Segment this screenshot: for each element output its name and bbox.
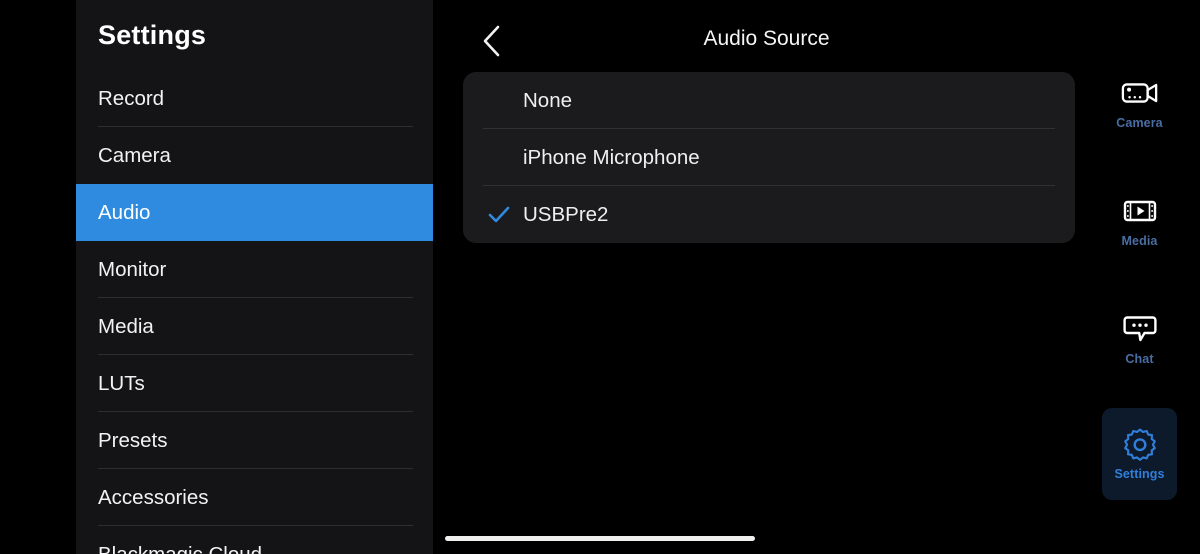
option-divider: [483, 242, 1055, 243]
sidebar-item-media[interactable]: Media: [76, 298, 433, 355]
sidebar-item-label: Audio: [98, 200, 151, 224]
sidebar-item-label: Monitor: [98, 257, 167, 281]
sidebar-item-label: Accessories: [98, 485, 209, 509]
gear-icon: [1121, 427, 1159, 461]
option-row-iphone-microphone[interactable]: iPhone Microphone: [463, 129, 1075, 186]
sidebar-item-presets[interactable]: Presets: [76, 412, 433, 469]
rail-item-media[interactable]: Media: [1102, 175, 1177, 267]
app-root: Settings Record Camera Audio Monitor Med…: [0, 0, 1200, 554]
checkmark-slot: [488, 147, 510, 169]
sidebar-title: Settings: [98, 20, 207, 50]
sidebar-item-blackmagic-cloud[interactable]: Blackmagic Cloud: [76, 526, 433, 554]
sidebar-item-label: Presets: [98, 428, 168, 452]
rail-item-settings[interactable]: Settings: [1102, 408, 1177, 500]
checkmark-icon: [488, 204, 510, 226]
sidebar-item-label: Media: [98, 314, 154, 338]
sidebar-item-luts[interactable]: LUTs: [76, 355, 433, 412]
option-row-none[interactable]: None: [463, 72, 1075, 129]
sidebar-item-camera[interactable]: Camera: [76, 127, 433, 184]
option-row-usbpre2[interactable]: USBPre2: [463, 186, 1075, 243]
audio-source-panel: Audio Source None iPhone Microphone USBP…: [433, 0, 1100, 554]
film-play-icon: [1121, 194, 1159, 228]
home-indicator[interactable]: [445, 536, 755, 541]
sidebar-item-list: Record Camera Audio Monitor Media LUTs P…: [76, 70, 433, 554]
rail-item-chat[interactable]: Chat: [1102, 293, 1177, 385]
sidebar-item-label: Camera: [98, 143, 171, 167]
sidebar-item-label: Record: [98, 86, 165, 110]
chat-bubble-icon: [1121, 312, 1159, 346]
video-camera-icon: [1121, 76, 1159, 110]
rail-item-label: Media: [1121, 234, 1158, 248]
rail-item-camera[interactable]: Camera: [1102, 57, 1177, 149]
option-label: None: [523, 88, 573, 112]
sidebar-item-label: Blackmagic Cloud: [98, 542, 263, 554]
page-title: Audio Source: [703, 27, 830, 50]
rail-item-label: Settings: [1114, 467, 1165, 481]
sidebar-item-record[interactable]: Record: [76, 70, 433, 127]
audio-source-options-card: None iPhone Microphone USBPre2: [463, 72, 1075, 243]
rail-item-label: Chat: [1125, 352, 1154, 366]
option-label: USBPre2: [523, 202, 609, 226]
checkmark-slot: [488, 90, 510, 112]
rail-item-label: Camera: [1116, 116, 1163, 130]
sidebar-item-audio[interactable]: Audio: [76, 184, 433, 241]
right-nav-rail: Camera Media Chat Settings: [1100, 0, 1200, 554]
sidebar-item-accessories[interactable]: Accessories: [76, 469, 433, 526]
sidebar-item-monitor[interactable]: Monitor: [76, 241, 433, 298]
sidebar-item-label: LUTs: [98, 371, 145, 395]
option-label: iPhone Microphone: [523, 145, 700, 169]
settings-sidebar: Settings Record Camera Audio Monitor Med…: [76, 0, 433, 554]
